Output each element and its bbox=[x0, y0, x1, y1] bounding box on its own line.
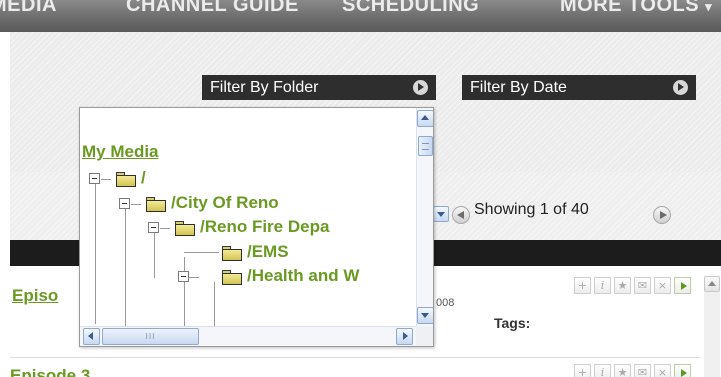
scroll-right-button[interactable] bbox=[396, 328, 413, 345]
nav-item-media[interactable]: MEDIA bbox=[0, 0, 57, 17]
nav-item-channel-guide[interactable]: CHANNEL GUIDE bbox=[126, 0, 299, 17]
folder-icon bbox=[116, 172, 136, 187]
vertical-scroll-thumb[interactable] bbox=[418, 136, 433, 156]
arrow-right-icon bbox=[413, 80, 428, 95]
more-tools-label: MORE TOOLS bbox=[560, 0, 700, 16]
scroll-down-button[interactable] bbox=[417, 307, 433, 324]
tree-connector bbox=[101, 179, 111, 180]
email-icon[interactable]: ✉ bbox=[634, 277, 651, 294]
tree-node-city-of-reno[interactable]: /City Of Reno bbox=[171, 193, 279, 213]
list-scroll-up-button[interactable] bbox=[704, 276, 720, 292]
tree-connector bbox=[189, 277, 199, 278]
previous-page-button[interactable] bbox=[452, 206, 470, 224]
next-page-button[interactable] bbox=[653, 206, 671, 224]
tree-connector bbox=[184, 252, 219, 253]
info-button[interactable]: i bbox=[594, 364, 611, 377]
folder-icon bbox=[146, 197, 166, 212]
add-button[interactable]: + bbox=[574, 364, 591, 377]
folder-icon bbox=[222, 270, 242, 285]
tree-node-ems[interactable]: /EMS bbox=[247, 242, 289, 262]
tree-node-root[interactable]: / bbox=[141, 168, 146, 188]
tree-root-my-media[interactable]: My Media bbox=[82, 142, 159, 162]
collapse-toggle-icon[interactable] bbox=[89, 173, 100, 184]
collapse-toggle-icon[interactable] bbox=[178, 271, 189, 282]
collapse-toggle-icon[interactable] bbox=[119, 198, 130, 209]
info-button[interactable]: i bbox=[594, 277, 611, 294]
tree-node-health-and-w[interactable]: /Health and W bbox=[247, 266, 359, 286]
filter-by-date-label: Filter By Date bbox=[470, 79, 567, 96]
filter-by-date-button[interactable]: Filter By Date bbox=[462, 75, 696, 100]
play-button[interactable] bbox=[674, 277, 691, 294]
list-scrollbar-track[interactable] bbox=[704, 292, 720, 377]
tree-connector bbox=[154, 233, 155, 278]
media-row-title[interactable]: Episo bbox=[12, 286, 58, 306]
filter-by-folder-label: Filter By Folder bbox=[210, 79, 319, 96]
star-icon[interactable]: ★ bbox=[614, 277, 631, 294]
filter-by-folder-button[interactable]: Filter By Folder bbox=[202, 75, 436, 100]
horizontal-scroll-thumb[interactable]: III bbox=[102, 328, 199, 345]
folder-icon bbox=[222, 246, 242, 261]
add-button[interactable]: + bbox=[574, 277, 591, 294]
showing-count: Showing 1 of 40 bbox=[474, 201, 589, 218]
scroll-left-button[interactable] bbox=[83, 328, 100, 345]
tags-label: Tags: bbox=[494, 315, 531, 331]
tree-connector bbox=[160, 228, 170, 229]
star-icon[interactable]: ★ bbox=[614, 364, 631, 377]
nav-item-scheduling[interactable]: SCHEDULING bbox=[342, 0, 479, 17]
nav-item-more-tools[interactable]: MORE TOOLS ▾ bbox=[560, 0, 712, 17]
media-row-date: 008 bbox=[436, 297, 455, 309]
chevron-down-icon: ▾ bbox=[705, 0, 713, 14]
tree-node-reno-fire-dept[interactable]: /Reno Fire Depa bbox=[200, 217, 329, 237]
email-icon[interactable]: ✉ bbox=[634, 364, 651, 377]
tree-connector bbox=[184, 257, 185, 327]
scrollbar-corner bbox=[416, 326, 433, 346]
scroll-up-button[interactable] bbox=[417, 110, 433, 127]
folder-tree-popup: My Media / /City Of Reno /Reno Fire Depa… bbox=[79, 107, 434, 347]
page-size-dropdown-arrow[interactable] bbox=[433, 206, 449, 222]
tree-connector bbox=[214, 282, 215, 326]
tree-connector bbox=[95, 184, 96, 324]
delete-button[interactable]: × bbox=[654, 364, 671, 377]
tree-connector bbox=[125, 208, 126, 326]
delete-button[interactable]: × bbox=[654, 277, 671, 294]
media-row-title[interactable]: Episode 3 bbox=[10, 366, 90, 377]
row-divider bbox=[10, 357, 700, 358]
play-button[interactable] bbox=[674, 364, 691, 377]
tree-connector bbox=[131, 204, 141, 205]
arrow-right-icon bbox=[673, 80, 688, 95]
collapse-toggle-icon[interactable] bbox=[148, 222, 159, 233]
folder-icon bbox=[175, 221, 195, 236]
top-nav: MEDIA CHANNEL GUIDE SCHEDULING MORE TOOL… bbox=[0, 0, 721, 32]
